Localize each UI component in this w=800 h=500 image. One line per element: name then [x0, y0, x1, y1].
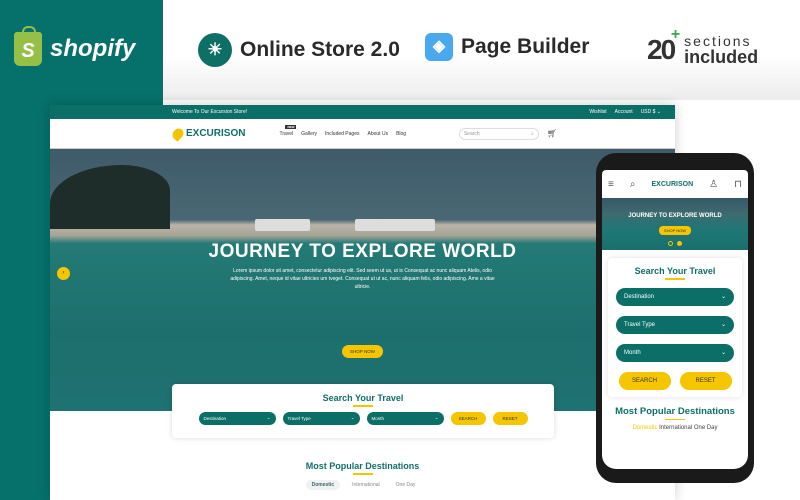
nav-about-us[interactable]: About Us — [368, 131, 389, 137]
sections-included: 20 + sections included — [647, 26, 759, 67]
shop-now-button[interactable]: SHOP NOW — [342, 345, 383, 358]
boat-image — [355, 219, 435, 231]
mobile-nav: ≡ ⌕ EXCURISON ♙ ⊓ — [602, 170, 748, 198]
search-travel-title: Search Your Travel — [322, 393, 404, 403]
top-bar: Welcome To Our Excursion Store! Wishlist… — [50, 105, 675, 119]
tab-one-day[interactable]: One Day — [392, 480, 420, 490]
title-underline — [353, 405, 373, 407]
search-travel-panel: Search Your Travel Destination ⌄ Travel T… — [172, 384, 554, 438]
nav-gallery[interactable]: Gallery — [301, 131, 317, 137]
slide-dot-active[interactable] — [677, 241, 682, 246]
hero-text: Lorem ipsum dolor sit amet, consectetur … — [230, 268, 495, 290]
search-icon[interactable]: ⌕ — [630, 179, 636, 190]
mobile-search-panel: Search Your Travel Destination ⌄ Travel T… — [608, 258, 742, 397]
hero-title: JOURNEY TO EXPLORE WORLD — [208, 241, 517, 262]
currency-select[interactable]: USD $ ⌄ — [641, 109, 661, 115]
user-icon[interactable]: ♙ — [709, 179, 718, 190]
search-button[interactable]: SEARCH — [450, 411, 486, 425]
select-label: Travel Type — [287, 415, 311, 421]
chevron-down-icon: ⌄ — [350, 415, 355, 420]
sections-label: sections — [684, 33, 752, 49]
feature-online-store: ☀ Online Store 2.0 — [198, 33, 400, 67]
main-nav: EXCURISON NEW Travel Gallery Included Pag… — [50, 119, 675, 149]
chevron-down-icon: ⌄ — [720, 294, 726, 300]
search-icon[interactable]: ⌕ — [531, 131, 534, 137]
hero-slider: ‹ JOURNEY TO EXPLORE WORLD Lorem ipsum d… — [50, 149, 675, 411]
logo-text: EXCURISON — [186, 128, 246, 139]
select-label: Month — [624, 349, 641, 356]
select-label: Destination — [624, 293, 655, 300]
title-underline — [665, 278, 685, 280]
site-logo[interactable]: EXCURISON — [170, 125, 246, 142]
title-underline — [665, 418, 685, 420]
tab-international[interactable]: International — [348, 480, 384, 490]
mobile-search-button[interactable]: SEARCH — [618, 371, 671, 390]
chevron-down-icon: ⌄ — [434, 415, 439, 420]
mobile-month-select[interactable]: Month ⌄ — [616, 343, 734, 362]
chevron-down-icon: ⌄ — [720, 350, 726, 356]
nav-included-pages[interactable]: Included Pages — [325, 131, 359, 137]
chevron-down-icon: ⌄ — [266, 415, 271, 420]
new-badge: NEW — [285, 124, 297, 129]
slide-dot[interactable] — [668, 241, 673, 246]
phone-screen: ≡ ⌕ EXCURISON ♙ ⊓ JOURNEY TO EXPLORE WOR… — [602, 170, 748, 469]
popular-destinations: Most Popular Destinations Domestic Inter… — [50, 461, 675, 490]
destination-select[interactable]: Destination ⌄ — [198, 411, 276, 425]
desktop-preview: Welcome To Our Excursion Store! Wishlist… — [50, 105, 675, 500]
mobile-hero-title: JOURNEY TO EXPLORE WORLD — [628, 213, 722, 219]
welcome-text: Welcome To Our Excursion Store! — [172, 109, 248, 115]
layers-icon: ◈ — [425, 33, 453, 61]
island-image — [50, 165, 170, 229]
mobile-search-title: Search Your Travel — [634, 266, 716, 276]
plane-pin-icon — [170, 125, 186, 142]
mobile-popular: Most Popular Destinations Domestic Inter… — [602, 406, 748, 432]
month-select[interactable]: Month ⌄ — [366, 411, 444, 425]
feature-page-builder: ◈ Page Builder — [425, 33, 589, 61]
shopify-bag-icon: S — [14, 26, 42, 66]
nav-blog[interactable]: Blog — [396, 131, 406, 137]
mobile-travel-type-select[interactable]: Travel Type ⌄ — [616, 315, 734, 334]
sections-count: 20 + — [647, 26, 680, 66]
travel-type-select[interactable]: Travel Type ⌄ — [282, 411, 360, 425]
mobile-popular-title: Most Popular Destinations — [615, 405, 735, 417]
mobile-tab-domestic[interactable]: Domestic — [632, 425, 657, 431]
nav-travel[interactable]: NEW Travel — [279, 124, 297, 137]
bag-icon[interactable]: ⊓ — [734, 179, 742, 190]
account-link[interactable]: Account — [615, 109, 633, 115]
mobile-tab-international[interactable]: International — [659, 425, 692, 431]
reset-button[interactable]: RESET — [492, 411, 528, 425]
wishlist-link[interactable]: Wishlist — [589, 109, 606, 115]
cart-icon[interactable]: 🛒︎ — [547, 129, 557, 138]
select-label: Travel Type — [624, 321, 656, 328]
mobile-tab-one-day[interactable]: One Day — [694, 425, 718, 431]
feature-label: Page Builder — [461, 35, 590, 58]
hamburger-icon[interactable]: ≡ — [608, 179, 614, 190]
mobile-preview: ≡ ⌕ EXCURISON ♙ ⊓ JOURNEY TO EXPLORE WOR… — [596, 153, 754, 483]
boat-image — [255, 219, 310, 231]
shopify-logo: S shopify — [14, 26, 136, 66]
select-label: Month — [371, 415, 385, 421]
title-underline — [352, 473, 373, 475]
mobile-logo[interactable]: EXCURISON — [652, 181, 694, 188]
plus-icon: + — [670, 26, 681, 43]
mobile-shop-now-button[interactable]: SHOP NOW — [658, 226, 692, 235]
feature-label: Online Store 2.0 — [240, 38, 400, 61]
tab-domestic[interactable]: Domestic — [305, 479, 341, 490]
chevron-down-icon: ⌄ — [720, 322, 726, 328]
mobile-hero: JOURNEY TO EXPLORE WORLD SHOP NOW — [602, 198, 748, 250]
select-label: Destination — [203, 415, 227, 421]
nav-label: Travel — [279, 130, 294, 137]
shopify-wordmark: shopify — [50, 35, 136, 62]
included-label: included — [684, 47, 759, 67]
prev-slide-button[interactable]: ‹ — [57, 267, 70, 280]
popular-title: Most Popular Destinations — [305, 461, 420, 471]
mobile-destination-select[interactable]: Destination ⌄ — [616, 287, 734, 306]
sunrise-icon: ☀ — [198, 33, 232, 67]
mobile-reset-button[interactable]: RESET — [679, 371, 732, 390]
search-input[interactable]: Search ⌕ — [458, 127, 539, 140]
search-placeholder: Search — [463, 130, 480, 137]
